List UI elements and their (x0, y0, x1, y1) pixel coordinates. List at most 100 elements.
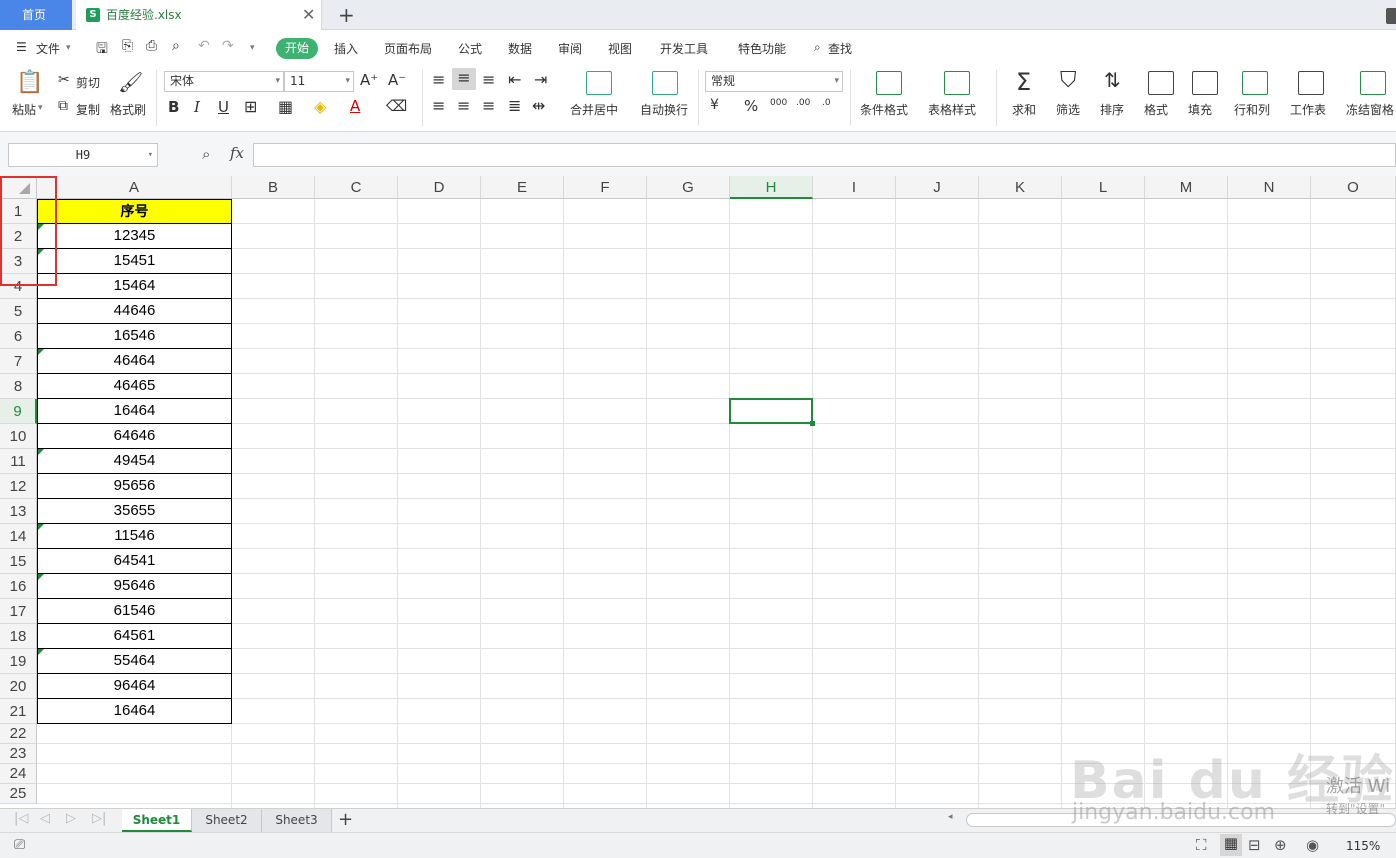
merge-center-icon[interactable] (586, 71, 612, 95)
conditional-format-icon[interactable] (876, 71, 902, 95)
increase-font-icon[interactable]: A⁺ (360, 71, 378, 89)
row-header-17[interactable]: 17 (0, 599, 37, 624)
underline-icon[interactable]: U (218, 98, 229, 116)
font-color-icon[interactable]: A (350, 97, 360, 115)
selected-cell-h9[interactable] (729, 398, 815, 426)
chevron-down-icon[interactable]: ▾ (66, 43, 71, 53)
column-header-d[interactable]: D (398, 176, 481, 199)
row-header-24[interactable]: 24 (0, 764, 37, 784)
column-header-j[interactable]: J (896, 176, 979, 199)
row-header-23[interactable]: 23 (0, 744, 37, 764)
row-header-16[interactable]: 16 (0, 574, 37, 599)
cell-a11[interactable]: 49454 (37, 449, 232, 474)
column-header-i[interactable]: I (813, 176, 896, 199)
copy-button[interactable]: 复制 (76, 101, 100, 118)
insert-function-button[interactable]: fx (230, 144, 244, 162)
name-box[interactable]: H9 ▾ (8, 143, 158, 167)
percent-icon[interactable]: % (744, 97, 758, 115)
align-center-icon[interactable]: ≡ (457, 96, 470, 115)
format-icon[interactable] (1148, 71, 1174, 95)
menu-view[interactable]: 视图 (608, 40, 632, 57)
cell-a10[interactable]: 64646 (37, 424, 232, 449)
normal-view-icon[interactable]: ▦ (1220, 834, 1242, 856)
column-header-c[interactable]: C (315, 176, 398, 199)
cell-a19[interactable]: 55464 (37, 649, 232, 674)
justify-icon[interactable]: ≣ (508, 96, 521, 115)
row-header-8[interactable]: 8 (0, 374, 37, 399)
menu-developer[interactable]: 开发工具 (660, 40, 708, 57)
sort-icon[interactable]: ⇅ (1104, 68, 1121, 92)
decrease-font-icon[interactable]: A⁻ (388, 71, 406, 89)
row-header-5[interactable]: 5 (0, 299, 37, 324)
cell-a2[interactable]: 12345 (37, 224, 232, 249)
eye-protection-icon[interactable]: ◉ (1306, 836, 1319, 854)
prev-sheet-icon[interactable]: ◁ (40, 811, 50, 826)
font-size-select[interactable]: 11 ▾ (284, 71, 354, 92)
align-left-icon[interactable]: ≡ (432, 96, 445, 115)
align-middle-icon[interactable]: ≡ (452, 68, 476, 90)
sum-button[interactable]: 求和 (1012, 101, 1036, 118)
menu-search[interactable]: 查找 (828, 40, 852, 57)
formula-input[interactable] (253, 143, 1396, 167)
format-painter-icon[interactable]: 🖌 (118, 70, 143, 94)
font-name-select[interactable]: 宋体 ▾ (164, 71, 284, 92)
fill-handle[interactable] (810, 421, 815, 426)
increase-indent-icon[interactable]: ⇥ (534, 70, 547, 89)
filter-icon[interactable]: ⛉ (1060, 68, 1077, 93)
row-header-6[interactable]: 6 (0, 324, 37, 349)
tab-document[interactable]: S 百度经验.xlsx ✕ (76, 0, 322, 30)
menu-file[interactable]: 文件 (36, 40, 60, 57)
column-header-a[interactable]: A (37, 176, 232, 199)
cell-a5[interactable]: 44646 (37, 299, 232, 324)
cell-a6[interactable]: 16546 (37, 324, 232, 349)
clear-icon[interactable]: ⌫ (386, 97, 407, 115)
chevron-down-icon[interactable]: ▾ (38, 103, 43, 113)
cell-a18[interactable]: 64561 (37, 624, 232, 649)
row-header-13[interactable]: 13 (0, 499, 37, 524)
column-header-g[interactable]: G (647, 176, 730, 199)
column-header-k[interactable]: K (979, 176, 1062, 199)
rows-columns-button[interactable]: 行和列 (1234, 101, 1270, 118)
tab-home[interactable]: 首页 (0, 0, 72, 30)
currency-icon[interactable]: ¥ (710, 97, 719, 113)
fill-button[interactable]: 填充 (1188, 101, 1212, 118)
undo-icon[interactable]: ↶ (198, 38, 210, 54)
wrap-text-icon[interactable] (652, 71, 678, 95)
row-header-11[interactable]: 11 (0, 449, 37, 474)
save-icon[interactable]: 🖫 (96, 38, 108, 62)
fullscreen-icon[interactable]: ⛶ (1196, 836, 1207, 854)
row-header-14[interactable]: 14 (0, 524, 37, 549)
paste-icon[interactable]: 📋 (16, 70, 43, 95)
export-icon[interactable]: ⎘ (122, 38, 133, 54)
sort-button[interactable]: 排序 (1100, 101, 1124, 118)
page-layout-view-icon[interactable]: ⊕ (1274, 836, 1287, 854)
cell-a1-header[interactable]: 序号 (37, 199, 232, 224)
menu-page-layout[interactable]: 页面布局 (384, 40, 432, 57)
column-header-b[interactable]: B (232, 176, 315, 199)
column-header-l[interactable]: L (1062, 176, 1145, 199)
cell-a14[interactable]: 11546 (37, 524, 232, 549)
cell-a21[interactable]: 16464 (37, 699, 232, 724)
increase-decimal-icon[interactable]: .00 (796, 98, 810, 108)
table-style-icon[interactable] (944, 71, 970, 95)
cell-a15[interactable]: 64541 (37, 549, 232, 574)
cell-a13[interactable]: 35655 (37, 499, 232, 524)
menu-review[interactable]: 审阅 (558, 40, 582, 57)
menu-insert[interactable]: 插入 (334, 40, 358, 57)
zoom-formula-icon[interactable]: ⌕ (202, 145, 210, 163)
row-header-7[interactable]: 7 (0, 349, 37, 374)
print-icon[interactable]: ⎙ (146, 38, 157, 54)
macro-record-icon[interactable]: ⎚ (14, 837, 25, 853)
row-header-22[interactable]: 22 (0, 724, 37, 744)
first-sheet-icon[interactable]: |◁ (14, 811, 28, 826)
column-header-h[interactable]: H (730, 176, 813, 199)
row-header-20[interactable]: 20 (0, 674, 37, 699)
decrease-indent-icon[interactable]: ⇤ (508, 70, 521, 89)
menu-special[interactable]: 特色功能 (738, 40, 786, 57)
distributed-icon[interactable]: ⇹ (532, 96, 545, 115)
row-header-15[interactable]: 15 (0, 549, 37, 574)
new-tab-button[interactable]: + (338, 2, 355, 28)
cell-a4[interactable]: 15464 (37, 274, 232, 299)
fill-icon[interactable] (1192, 71, 1218, 95)
merge-center-button[interactable]: 合并居中 (570, 101, 618, 118)
